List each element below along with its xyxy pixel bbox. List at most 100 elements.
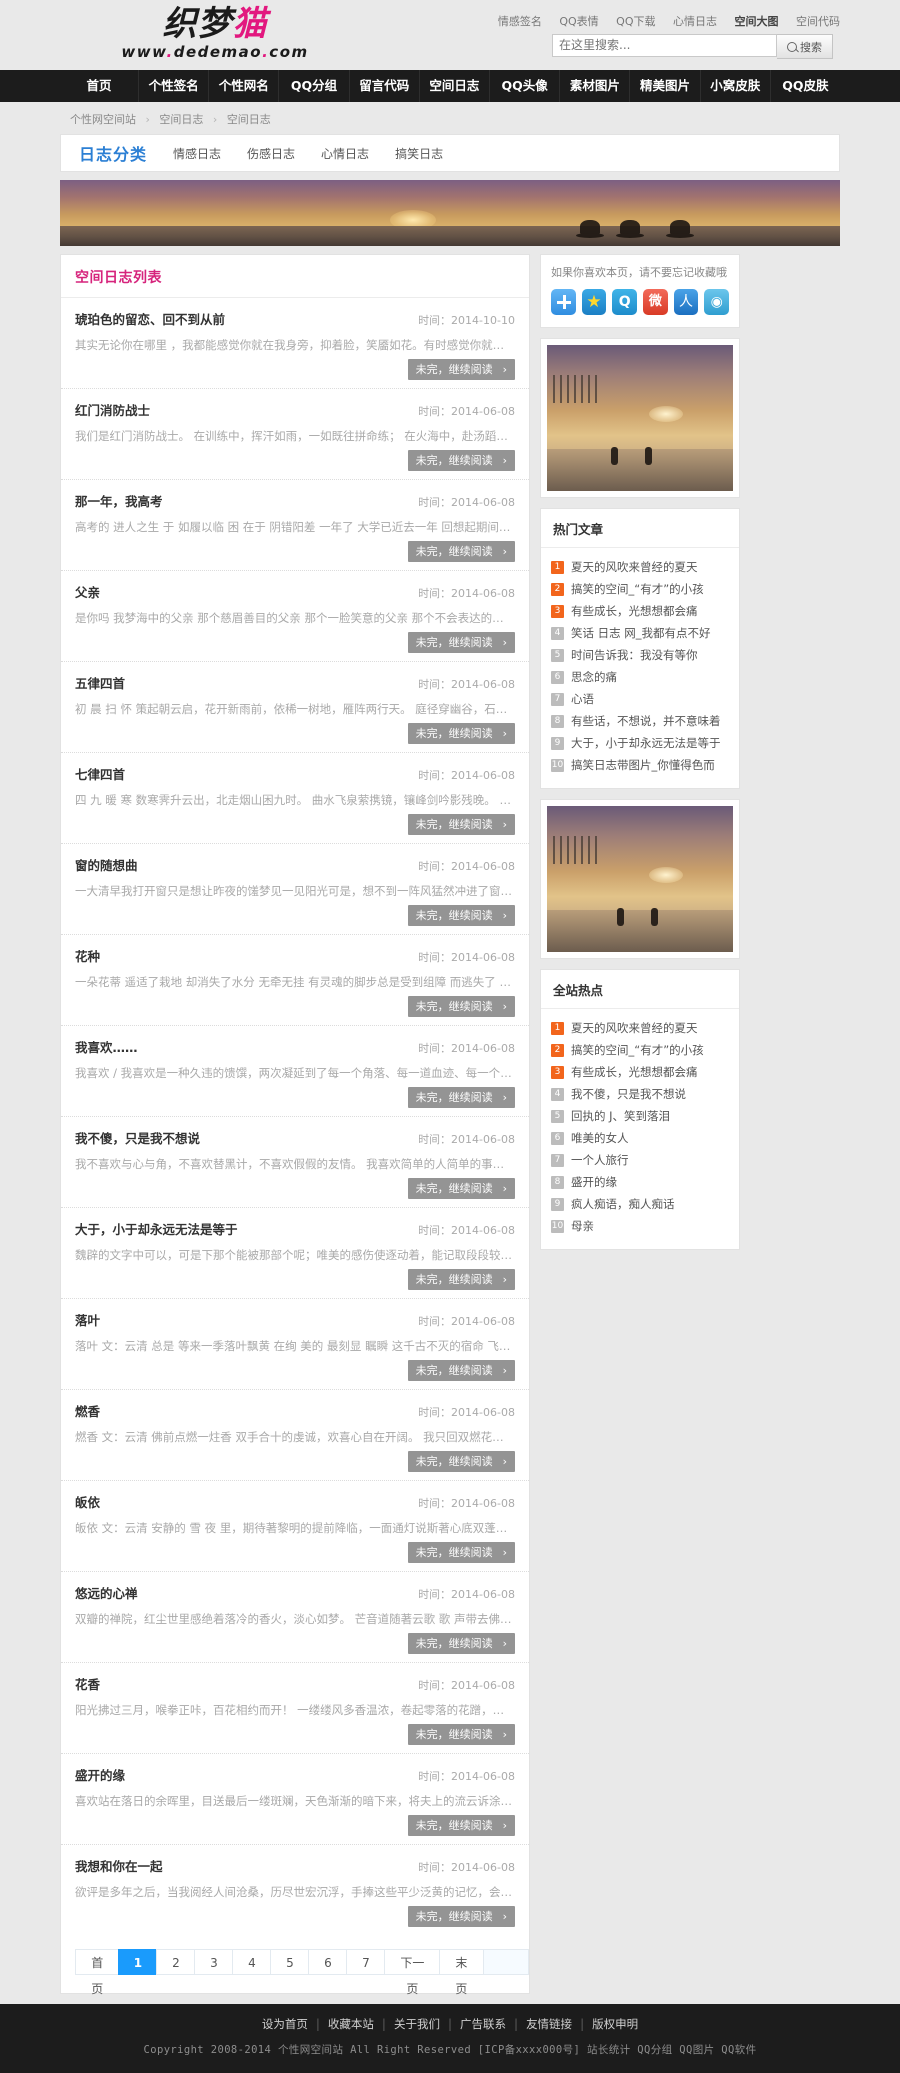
footer-link-5[interactable]: 版权申明	[592, 2017, 638, 2031]
share-plus-icon[interactable]	[551, 289, 576, 315]
hot-article-link[interactable]: 盛开的缘	[571, 1174, 617, 1190]
hot-article-link[interactable]: 搞笑的空间_“有才”的小孩	[571, 1042, 704, 1058]
read-more-button[interactable]: 未完，继续阅读 ›	[407, 1724, 515, 1745]
read-more-button[interactable]: 未完，继续阅读 ›	[407, 1178, 515, 1199]
hot-article-link[interactable]: 笑话 日志 网_我都有点不好	[571, 625, 711, 641]
nav-item-3[interactable]: QQ分组	[279, 70, 350, 102]
footer-link-4[interactable]: 友情链接	[526, 2017, 572, 2031]
hot-article-link[interactable]: 一个人旅行	[571, 1152, 629, 1168]
footer-link-2[interactable]: 关于我们	[394, 2017, 440, 2031]
nav-item-6[interactable]: QQ头像	[490, 70, 561, 102]
read-more-button[interactable]: 未完，继续阅读 ›	[407, 1269, 515, 1290]
search-input[interactable]	[552, 34, 777, 57]
article-title[interactable]: 我不傻，只是我不想说	[75, 1128, 200, 1147]
site-logo[interactable]: 织梦猫 www.dedemao.com	[100, 6, 330, 61]
share-more-icon[interactable]: ◉	[704, 289, 730, 315]
article-title[interactable]: 红门消防战士	[75, 400, 150, 419]
pagination-item-9[interactable]: 末页	[439, 1949, 483, 1996]
nav-item-0[interactable]: 首页	[60, 70, 139, 102]
pagination-item-5[interactable]: 5	[270, 1949, 309, 1975]
read-more-button[interactable]: 未完，继续阅读 ›	[407, 905, 515, 926]
article-title[interactable]: 皈依	[75, 1492, 100, 1511]
article-title[interactable]: 落叶	[75, 1310, 100, 1329]
hot-article-link[interactable]: 母亲	[571, 1218, 594, 1234]
hot-article-link[interactable]: 我不傻，只是我不想说	[571, 1086, 686, 1102]
read-more-button[interactable]: 未完，继续阅读 ›	[407, 1815, 515, 1836]
article-title[interactable]: 燃香	[75, 1401, 100, 1420]
read-more-button[interactable]: 未完，继续阅读 ›	[407, 1087, 515, 1108]
hot-article-link[interactable]: 搞笑日志带图片_你懂得色而	[571, 757, 715, 773]
read-more-button[interactable]: 未完，继续阅读 ›	[407, 632, 515, 653]
pagination-item-0[interactable]: 首页	[75, 1949, 119, 1996]
share-weibo-icon[interactable]: 微	[643, 289, 668, 315]
category-link-3[interactable]: 搞笑日志	[395, 145, 443, 162]
footer-link-0[interactable]: 设为首页	[262, 2017, 308, 2031]
breadcrumb-item-0[interactable]: 个性网空间站	[70, 113, 136, 126]
top-link-3[interactable]: 心情日志	[673, 13, 717, 29]
nav-item-4[interactable]: 留言代码	[350, 70, 420, 102]
read-more-button[interactable]: 未完，继续阅读 ›	[407, 1360, 515, 1381]
hot-article-link[interactable]: 有些话，不想说，并不意味着	[571, 713, 721, 729]
article-title[interactable]: 花香	[75, 1674, 100, 1693]
nav-item-9[interactable]: 小窝皮肤	[701, 70, 771, 102]
top-link-0[interactable]: 情感签名	[498, 13, 542, 29]
article-title[interactable]: 大于，小于却永远无法是等于	[75, 1219, 238, 1238]
top-link-5[interactable]: 空间代码	[796, 13, 840, 29]
top-link-4[interactable]: 空间大图	[735, 13, 779, 29]
share-favorite-star-icon[interactable]: ★	[581, 289, 607, 315]
read-more-button[interactable]: 未完，继续阅读 ›	[407, 996, 515, 1017]
breadcrumb-item-1[interactable]: 空间日志	[159, 113, 203, 126]
pagination-item-6[interactable]: 6	[308, 1949, 347, 1975]
read-more-button[interactable]: 未完，继续阅读 ›	[407, 450, 515, 471]
article-title[interactable]: 盛开的缘	[75, 1765, 125, 1784]
hot-article-link[interactable]: 有些成长，光想想都会痛	[571, 1064, 698, 1080]
category-link-1[interactable]: 伤感日志	[247, 145, 295, 162]
footer-link-3[interactable]: 广告联系	[460, 2017, 506, 2031]
article-title[interactable]: 七律四首	[75, 764, 125, 783]
article-title[interactable]: 父亲	[75, 582, 100, 601]
article-title[interactable]: 窗的随想曲	[75, 855, 138, 874]
pagination-item-7[interactable]: 7	[346, 1949, 385, 1975]
share-renren-icon[interactable]: 人	[673, 289, 699, 315]
category-link-0[interactable]: 情感日志	[173, 145, 221, 162]
hot-article-link[interactable]: 搞笑的空间_“有才”的小孩	[571, 581, 704, 597]
pagination-item-1[interactable]: 1	[118, 1949, 157, 1975]
nav-item-5[interactable]: 空间日志	[420, 70, 491, 102]
breadcrumb-item-2[interactable]: 空间日志	[227, 113, 271, 126]
nav-item-10[interactable]: QQ皮肤	[771, 70, 840, 102]
pagination-item-3[interactable]: 3	[194, 1949, 233, 1975]
read-more-button[interactable]: 未完，继续阅读 ›	[407, 359, 515, 380]
hot-article-link[interactable]: 大于，小于却永远无法是等于	[571, 735, 721, 751]
article-title[interactable]: 我想和你在一起	[75, 1856, 163, 1875]
read-more-button[interactable]: 未完，继续阅读 ›	[407, 1633, 515, 1654]
pagination-item-4[interactable]: 4	[232, 1949, 271, 1975]
read-more-button[interactable]: 未完，继续阅读 ›	[407, 814, 515, 835]
hot-article-link[interactable]: 夏天的风吹来曾经的夏天	[571, 1020, 698, 1036]
hot-article-link[interactable]: 有些成长，光想想都会痛	[571, 603, 698, 619]
hot-article-link[interactable]: 时间告诉我：我没有等你	[571, 647, 698, 663]
read-more-button[interactable]: 未完，继续阅读 ›	[407, 541, 515, 562]
read-more-button[interactable]: 未完，继续阅读 ›	[407, 1906, 515, 1927]
article-title[interactable]: 我喜欢……	[75, 1037, 138, 1056]
hot-article-link[interactable]: 思念的痛	[571, 669, 617, 685]
read-more-button[interactable]: 未完，继续阅读 ›	[407, 1542, 515, 1563]
top-link-2[interactable]: QQ下载	[616, 13, 655, 29]
hot-article-link[interactable]: 回执的 J、笑到落泪	[571, 1108, 670, 1124]
pagination-item-2[interactable]: 2	[156, 1949, 195, 1975]
search-button[interactable]: 搜索	[777, 34, 833, 59]
hot-article-link[interactable]: 疯人痴语，痴人痴话	[571, 1196, 675, 1212]
nav-item-7[interactable]: 素材图片	[560, 70, 631, 102]
article-title[interactable]: 花种	[75, 946, 100, 965]
article-title[interactable]: 琥珀色的留恋、回不到从前	[75, 309, 225, 328]
article-title[interactable]: 悠远的心禅	[75, 1583, 138, 1602]
nav-item-2[interactable]: 个性网名	[209, 70, 280, 102]
read-more-button[interactable]: 未完，继续阅读 ›	[407, 723, 515, 744]
read-more-button[interactable]: 未完，继续阅读 ›	[407, 1451, 515, 1472]
hot-article-link[interactable]: 唯美的女人	[571, 1130, 629, 1146]
article-title[interactable]: 五律四首	[75, 673, 125, 692]
hot-article-link[interactable]: 心语	[571, 691, 594, 707]
share-qzone-icon[interactable]: Q	[612, 289, 638, 315]
pagination-item-10[interactable]	[482, 1949, 529, 1975]
footer-link-1[interactable]: 收藏本站	[328, 2017, 374, 2031]
nav-item-1[interactable]: 个性签名	[139, 70, 210, 102]
